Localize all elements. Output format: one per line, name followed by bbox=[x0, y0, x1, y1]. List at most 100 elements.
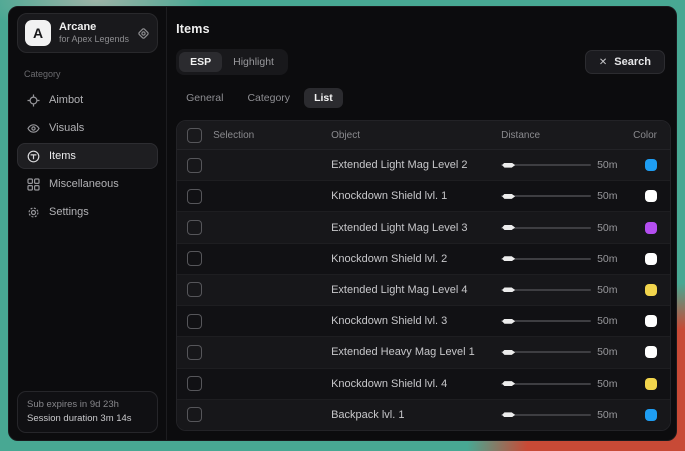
object-name: Extended Light Mag Level 2 bbox=[331, 159, 501, 171]
object-name: Backpack lvl. 1 bbox=[331, 409, 501, 421]
sidebar-item-settings[interactable]: Settings bbox=[17, 199, 158, 225]
distance-value: 50m bbox=[597, 190, 633, 202]
main-content: Items ESP Highlight ✕ Search General Cat… bbox=[167, 7, 676, 440]
object-name: Knockdown Shield lvl. 4 bbox=[331, 378, 501, 390]
distance-slider[interactable] bbox=[501, 189, 591, 203]
sidebar-item-miscellaneous[interactable]: Miscellaneous bbox=[17, 171, 158, 197]
page-title: Items bbox=[176, 22, 671, 36]
game-background: { "theme": { "bg_teal": "#48a893", "bg_r… bbox=[0, 0, 685, 451]
category-label: Category bbox=[24, 69, 158, 79]
table-body: Extended Light Mag Level 2 50m Knockdown… bbox=[177, 150, 670, 430]
sidebar-item-items[interactable]: Items bbox=[17, 143, 158, 169]
mode-tab-group: ESP Highlight bbox=[176, 49, 288, 75]
distance-value: 50m bbox=[597, 409, 633, 421]
sidebar-item-label: Items bbox=[49, 150, 76, 162]
distance-value: 50m bbox=[597, 222, 633, 234]
sidebar-item-label: Visuals bbox=[49, 122, 84, 134]
table-row: Knockdown Shield lvl. 3 50m bbox=[177, 305, 670, 336]
sidebar-item-label: Miscellaneous bbox=[49, 178, 119, 190]
toolbar: ESP Highlight ✕ Search bbox=[176, 49, 671, 75]
sidebar-item-visuals[interactable]: Visuals bbox=[17, 115, 158, 141]
color-swatch[interactable] bbox=[645, 253, 657, 265]
object-name: Knockdown Shield lvl. 2 bbox=[331, 253, 501, 265]
row-checkbox[interactable] bbox=[187, 376, 202, 391]
color-swatch[interactable] bbox=[645, 190, 657, 202]
column-header-distance: Distance bbox=[501, 130, 597, 141]
tab-highlight[interactable]: Highlight bbox=[222, 52, 285, 72]
sidebar-item-aimbot[interactable]: Aimbot bbox=[17, 87, 158, 113]
sidebar: A Arcane for Apex Legends Category Aimbo… bbox=[9, 7, 167, 440]
subscription-info-card: Sub expires in 9d 23h Session duration 3… bbox=[17, 391, 158, 434]
table-row: Backpack lvl. 1 50m bbox=[177, 399, 670, 430]
color-swatch[interactable] bbox=[645, 346, 657, 358]
column-header-object: Object bbox=[331, 130, 501, 141]
color-swatch[interactable] bbox=[645, 222, 657, 234]
row-checkbox[interactable] bbox=[187, 407, 202, 422]
distance-value: 50m bbox=[597, 284, 633, 296]
distance-slider[interactable] bbox=[501, 345, 591, 359]
package-icon bbox=[26, 150, 40, 163]
gear-icon bbox=[26, 206, 40, 219]
pin-icon[interactable] bbox=[137, 27, 150, 40]
brand-text: Arcane for Apex Legends bbox=[59, 21, 129, 46]
distance-slider[interactable] bbox=[501, 314, 591, 328]
column-header-selection: Selection bbox=[213, 130, 331, 141]
table-row: Knockdown Shield lvl. 1 50m bbox=[177, 180, 670, 211]
app-subtitle: for Apex Legends bbox=[59, 34, 129, 45]
color-swatch[interactable] bbox=[645, 409, 657, 421]
tab-esp[interactable]: ESP bbox=[179, 52, 222, 72]
row-checkbox[interactable] bbox=[187, 220, 202, 235]
distance-slider[interactable] bbox=[501, 252, 591, 266]
crosshair-icon bbox=[26, 94, 40, 107]
tab-general[interactable]: General bbox=[176, 88, 233, 108]
table-row: Extended Heavy Mag Level 1 50m bbox=[177, 336, 670, 367]
color-swatch[interactable] bbox=[645, 284, 657, 296]
object-name: Extended Light Mag Level 4 bbox=[331, 284, 501, 296]
distance-value: 50m bbox=[597, 346, 633, 358]
search-button[interactable]: ✕ Search bbox=[585, 50, 665, 74]
table-header: Selection Object Distance Color bbox=[177, 121, 670, 150]
distance-slider[interactable] bbox=[501, 283, 591, 297]
app-title: Arcane bbox=[59, 21, 129, 35]
distance-slider[interactable] bbox=[501, 158, 591, 172]
distance-slider[interactable] bbox=[501, 377, 591, 391]
sidebar-item-label: Settings bbox=[49, 206, 89, 218]
color-swatch[interactable] bbox=[645, 159, 657, 171]
row-checkbox[interactable] bbox=[187, 282, 202, 297]
grid-icon bbox=[26, 178, 40, 191]
row-checkbox[interactable] bbox=[187, 189, 202, 204]
distance-value: 50m bbox=[597, 253, 633, 265]
sidebar-item-label: Aimbot bbox=[49, 94, 83, 106]
tab-list[interactable]: List bbox=[304, 88, 343, 108]
items-table: Selection Object Distance Color Extended… bbox=[176, 120, 671, 431]
object-name: Knockdown Shield lvl. 1 bbox=[331, 190, 501, 202]
select-all-checkbox[interactable] bbox=[187, 128, 202, 143]
distance-slider[interactable] bbox=[501, 408, 591, 422]
row-checkbox[interactable] bbox=[187, 314, 202, 329]
search-button-label: Search bbox=[614, 56, 651, 68]
row-checkbox[interactable] bbox=[187, 158, 202, 173]
object-name: Extended Light Mag Level 3 bbox=[331, 222, 501, 234]
row-checkbox[interactable] bbox=[187, 251, 202, 266]
table-row: Extended Light Mag Level 4 50m bbox=[177, 274, 670, 305]
eye-icon bbox=[26, 122, 40, 135]
distance-value: 50m bbox=[597, 378, 633, 390]
table-row: Knockdown Shield lvl. 2 50m bbox=[177, 243, 670, 274]
distance-value: 50m bbox=[597, 315, 633, 327]
close-icon: ✕ bbox=[599, 57, 607, 68]
app-logo: A bbox=[25, 20, 51, 46]
table-row: Knockdown Shield lvl. 4 50m bbox=[177, 368, 670, 399]
tab-category[interactable]: Category bbox=[237, 88, 300, 108]
object-name: Knockdown Shield lvl. 3 bbox=[331, 315, 501, 327]
color-swatch[interactable] bbox=[645, 315, 657, 327]
distance-value: 50m bbox=[597, 159, 633, 171]
row-checkbox[interactable] bbox=[187, 345, 202, 360]
sub-expiry-text: Sub expires in 9d 23h bbox=[27, 398, 148, 412]
column-header-color: Color bbox=[633, 130, 660, 141]
color-swatch[interactable] bbox=[645, 378, 657, 390]
table-row: Extended Light Mag Level 2 50m bbox=[177, 150, 670, 180]
object-name: Extended Heavy Mag Level 1 bbox=[331, 346, 501, 358]
table-row: Extended Light Mag Level 3 50m bbox=[177, 211, 670, 242]
session-duration-text: Session duration 3m 14s bbox=[27, 412, 148, 426]
distance-slider[interactable] bbox=[501, 221, 591, 235]
